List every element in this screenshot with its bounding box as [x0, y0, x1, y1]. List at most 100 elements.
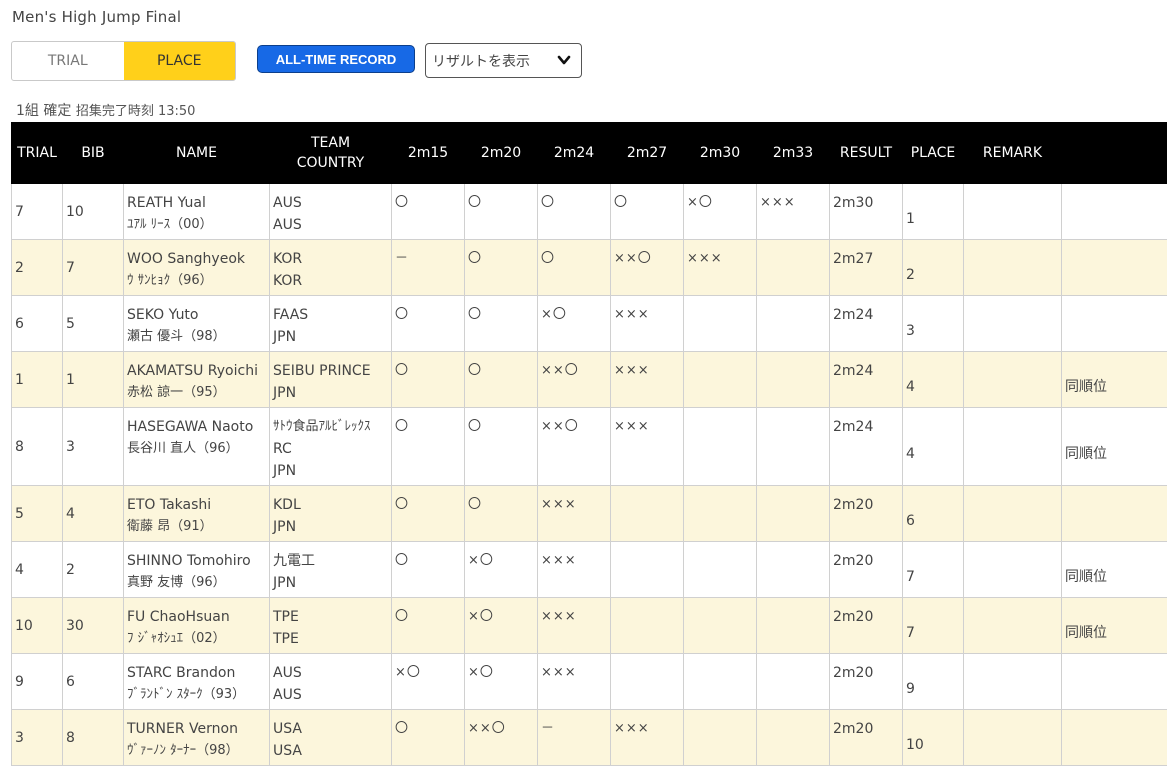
- athlete-name: REATH Yual: [127, 195, 206, 211]
- result-select[interactable]: リザルトを表示: [425, 43, 582, 78]
- header-bib: BIB: [62, 122, 124, 184]
- note-cell: 同順位: [1061, 541, 1167, 598]
- attempt-cell: ×××: [610, 407, 684, 486]
- result-cell: 2m27: [829, 239, 903, 296]
- name-cell: ETO Takashi 衛藤 昂（91）: [123, 485, 270, 542]
- name-cell: AKAMATSU Ryoichi 赤松 諒一（95）: [123, 351, 270, 408]
- note-cell: [1061, 239, 1167, 296]
- athlete-name: SEKO Yuto: [127, 307, 199, 323]
- name-cell: SHINNO Tomohiro 真野 友博（96）: [123, 541, 270, 598]
- team-name: AUS: [273, 195, 302, 211]
- attempt-cell: 〇: [464, 183, 538, 240]
- team-name: KOR: [273, 251, 303, 267]
- header-2m30: 2m30: [683, 122, 757, 184]
- place-cell: 2: [902, 239, 964, 296]
- attempt-cell: 〇: [391, 407, 465, 486]
- attempt-cell: 〇: [464, 239, 538, 296]
- attempt-cell: ×××: [610, 351, 684, 408]
- attempt-cell: ×〇: [464, 653, 538, 710]
- place-cell: 7: [902, 541, 964, 598]
- attempt-cell: 〇: [391, 709, 465, 766]
- result-cell: 2m20: [829, 653, 903, 710]
- attempt-cell: 〇: [464, 295, 538, 352]
- athlete-name: FU ChaoHsuan: [127, 609, 230, 625]
- place-cell: 10: [902, 709, 964, 766]
- athlete-kana: ﾌ ｼﾞｬｵｼｭｴ（02）: [127, 631, 226, 646]
- attempt-cell: [610, 485, 684, 542]
- attempt-cell: [756, 597, 830, 654]
- bib-cell: 7: [62, 239, 124, 296]
- athlete-kana: 赤松 諒一（95）: [127, 385, 226, 400]
- table-row: 6 5 SEKO Yuto 瀬古 優斗（98） FAAS JPN 〇〇 ×〇 ××× 2m24 3: [11, 295, 1167, 352]
- result-select-value: リザルトを表示: [432, 53, 530, 70]
- country-code: JPN: [273, 329, 297, 345]
- attempt-cell: 〇: [391, 485, 465, 542]
- attempt-cell: [756, 485, 830, 542]
- team-cell: TPE TPE: [269, 597, 392, 654]
- note-cell: [1061, 485, 1167, 542]
- attempt-cell: [683, 597, 757, 654]
- header-2m20: 2m20: [464, 122, 538, 184]
- attempt-cell: [683, 485, 757, 542]
- header-2m24: 2m24: [537, 122, 611, 184]
- athlete-kana: 衛藤 昂（91）: [127, 519, 213, 534]
- name-cell: WOO Sanghyeok ｳ ｻﾝﾋｮｸ（96）: [123, 239, 270, 296]
- header-2m33: 2m33: [756, 122, 830, 184]
- athlete-name: TURNER Vernon: [127, 721, 238, 737]
- attempt-cell: －: [391, 239, 465, 296]
- country-code: KOR: [273, 273, 303, 289]
- country-code: AUS: [273, 687, 302, 703]
- team-name: SEIBU PRINCE: [273, 363, 371, 379]
- table-row: 2 7 WOO Sanghyeok ｳ ｻﾝﾋｮｸ（96） KOR KOR －〇〇 ××〇 ××…: [11, 239, 1167, 296]
- place-cell: 9: [902, 653, 964, 710]
- attempt-cell: ×××: [610, 709, 684, 766]
- toggle-trial-button[interactable]: TRIAL: [12, 42, 124, 80]
- team-name: FAAS: [273, 307, 309, 323]
- result-cell: 2m20: [829, 597, 903, 654]
- attempt-cell: 〇: [464, 407, 538, 486]
- page-title: Men's High Jump Final: [12, 8, 182, 26]
- attempt-cell: [756, 407, 830, 486]
- attempt-cell: [756, 351, 830, 408]
- result-cell: 2m20: [829, 541, 903, 598]
- name-cell: TURNER Vernon ｳﾞｧｰﾉﾝ ﾀｰﾅｰ（98）: [123, 709, 270, 766]
- remark-cell: [963, 485, 1062, 542]
- team-cell: SEIBU PRINCE JPN: [269, 351, 392, 408]
- all-time-record-button[interactable]: ALL-TIME RECORD: [257, 45, 415, 73]
- attempt-cell: ××〇: [537, 351, 611, 408]
- attempt-cell: [683, 407, 757, 486]
- athlete-name: WOO Sanghyeok: [127, 251, 246, 267]
- attempt-cell: [610, 653, 684, 710]
- athlete-name: AKAMATSU Ryoichi: [127, 363, 258, 379]
- attempt-cell: 〇: [391, 295, 465, 352]
- team-name: AUS: [273, 665, 302, 681]
- attempt-cell: [683, 295, 757, 352]
- team-cell: FAAS JPN: [269, 295, 392, 352]
- team-name: ｻﾄｳ食品ｱﾙﾋﾞﾚｯｸｽ: [273, 419, 371, 434]
- athlete-kana: ﾌﾞﾗﾝﾄﾞﾝ ｽﾀｰｸ（93）: [127, 687, 246, 702]
- note-cell: 同順位: [1061, 407, 1167, 486]
- attempt-cell: [683, 709, 757, 766]
- trial-cell: 2: [11, 239, 63, 296]
- bib-cell: 6: [62, 653, 124, 710]
- trial-cell: 7: [11, 183, 63, 240]
- table-row: 1 1 AKAMATSU Ryoichi 赤松 諒一（95） SEIBU PRINCE J…: [11, 351, 1167, 408]
- attempt-cell: [683, 541, 757, 598]
- toggle-place-button[interactable]: PLACE: [123, 42, 235, 80]
- note-cell: [1061, 709, 1167, 766]
- table-row: 8 3 HASEGAWA Naoto 長谷川 直人（96） ｻﾄｳ食品ｱﾙﾋﾞﾚｯｸｽ R…: [11, 407, 1167, 486]
- remark-cell: [963, 653, 1062, 710]
- table-row: 3 8 TURNER Vernon ｳﾞｧｰﾉﾝ ﾀｰﾅｰ（98） USA USA 〇 ××〇…: [11, 709, 1167, 766]
- attempt-cell: 〇: [391, 541, 465, 598]
- remark-cell: [963, 239, 1062, 296]
- view-toggle: TRIAL PLACE: [11, 41, 236, 81]
- attempt-cell: [610, 597, 684, 654]
- result-cell: 2m24: [829, 295, 903, 352]
- athlete-kana: ｳ ｻﾝﾋｮｸ（96）: [127, 273, 213, 288]
- header-place: PLACE: [902, 122, 964, 184]
- table-row: 9 6 STARC Brandon ﾌﾞﾗﾝﾄﾞﾝ ｽﾀｰｸ（93） AUS AUS ×〇 ×…: [11, 653, 1167, 710]
- bib-cell: 4: [62, 485, 124, 542]
- place-cell: 4: [902, 351, 964, 408]
- attempt-cell: ×〇: [683, 183, 757, 240]
- trial-cell: 6: [11, 295, 63, 352]
